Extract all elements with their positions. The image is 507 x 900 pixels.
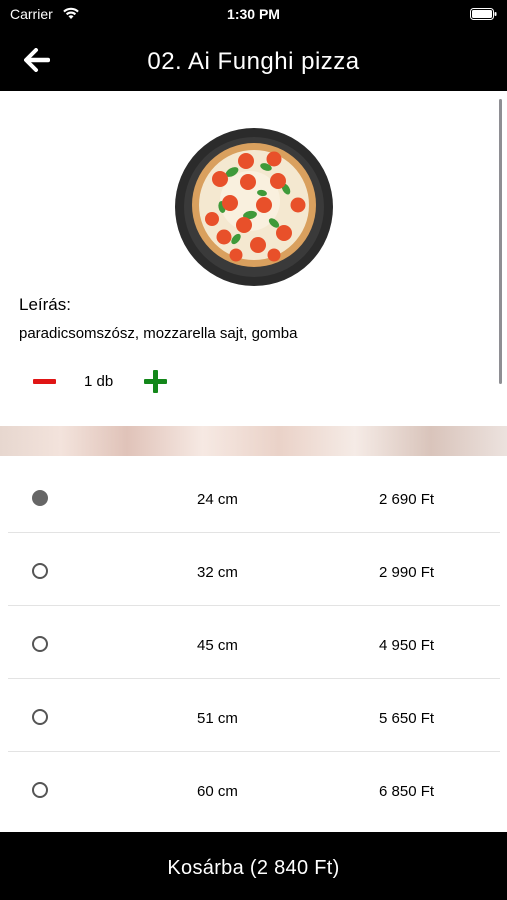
quantity-value: 1 db <box>84 373 114 390</box>
price-label: 6 850 Ft <box>379 783 435 800</box>
radio-button[interactable] <box>32 636 48 652</box>
description-heading: Leírás: <box>19 295 71 314</box>
add-to-cart-label: Kosárba (2 840 Ft) <box>167 857 340 879</box>
price-label: 2 690 Ft <box>379 491 435 508</box>
radio-button[interactable] <box>32 490 48 506</box>
status-time: 1:30 PM <box>227 6 280 22</box>
size-label: 32 cm <box>197 564 238 581</box>
price-label: 2 990 Ft <box>379 564 435 581</box>
price-label: 4 950 Ft <box>379 637 435 654</box>
background-image-strip <box>0 426 507 456</box>
scroll-indicator[interactable] <box>499 99 502 384</box>
battery-icon <box>470 8 497 20</box>
radio-button[interactable] <box>32 563 48 579</box>
size-list: 24 cm 2 690 Ft 32 cm 2 990 Ft 45 cm 4 95… <box>0 456 507 832</box>
description-text: paradicsomszósz, mozzarella sajt, gomba <box>19 325 298 342</box>
size-option-51[interactable]: 51 cm 5 650 Ft <box>8 679 500 752</box>
quantity-stepper: 1 db <box>0 363 507 399</box>
size-option-24[interactable]: 24 cm 2 690 Ft <box>8 460 500 533</box>
nav-bar: 02. Ai Funghi pizza <box>0 28 507 91</box>
radio-button[interactable] <box>32 782 48 798</box>
plus-button[interactable] <box>141 367 171 397</box>
price-label: 5 650 Ft <box>379 710 435 727</box>
size-option-32[interactable]: 32 cm 2 990 Ft <box>8 533 500 606</box>
size-option-60[interactable]: 60 cm 6 850 Ft <box>8 752 500 825</box>
status-bar: Carrier 1:30 PM <box>0 0 507 28</box>
size-label: 45 cm <box>197 637 238 654</box>
page-title: 02. Ai Funghi pizza <box>147 48 360 75</box>
size-label: 60 cm <box>197 783 238 800</box>
minus-button[interactable] <box>30 371 58 391</box>
size-label: 51 cm <box>197 710 238 727</box>
size-option-45[interactable]: 45 cm 4 950 Ft <box>8 606 500 679</box>
size-label: 24 cm <box>197 491 238 508</box>
radio-button[interactable] <box>32 709 48 725</box>
pizza-image <box>175 128 333 286</box>
add-to-cart-button[interactable]: Kosárba (2 840 Ft) <box>0 834 507 900</box>
product-card: Leírás: paradicsomszósz, mozzarella sajt… <box>0 91 507 426</box>
